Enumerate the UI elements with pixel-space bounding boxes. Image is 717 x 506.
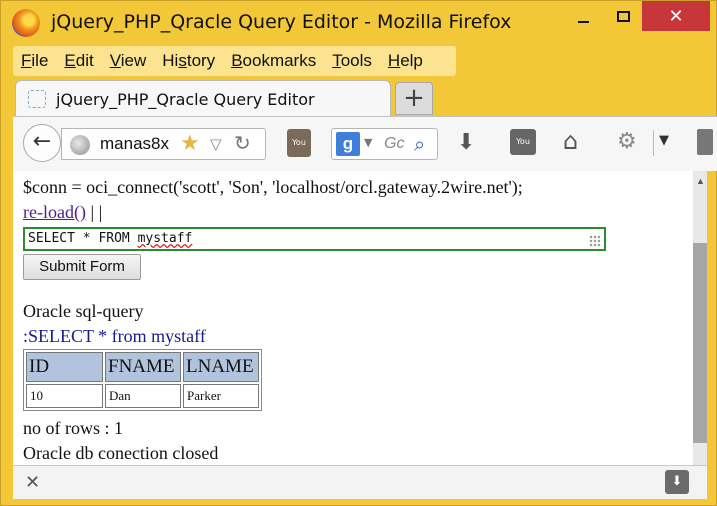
new-tab-button[interactable]: + (395, 82, 433, 115)
scrollbar-thumb[interactable] (693, 243, 707, 443)
menu-bar: File Edit View History Bookmarks Tools H… (13, 46, 456, 76)
page-favicon-icon (28, 90, 46, 108)
vertical-scrollbar[interactable]: ▲ (693, 171, 707, 465)
url-dropdown-icon[interactable]: ▽ (210, 135, 222, 153)
sql-query-input[interactable]: SELECT * FROM mystaff (23, 227, 606, 251)
reload-link[interactable]: re-load() (23, 202, 86, 222)
menu-file[interactable]: File (13, 51, 56, 71)
column-header-fname: FNAME (105, 352, 181, 382)
url-text[interactable]: manas8x (100, 134, 172, 154)
back-arrow-icon: ← (32, 129, 52, 154)
reload-line: re-load() | | (23, 202, 102, 223)
globe-icon[interactable] (70, 135, 90, 155)
browser-window: jQuery_PHP_Qracle Query Editor - Mozilla… (0, 0, 717, 506)
menu-edit[interactable]: Edit (56, 51, 101, 71)
title-bar: jQuery_PHP_Qracle Query Editor - Mozilla… (1, 1, 717, 45)
table-header-row: ID FNAME LNAME (26, 352, 259, 382)
menu-view[interactable]: View (102, 51, 155, 71)
youtube-icon[interactable]: You (510, 129, 536, 155)
column-header-lname: LNAME (183, 352, 259, 382)
back-button[interactable]: ← (23, 124, 61, 162)
resize-grip-icon[interactable] (589, 235, 601, 247)
close-button[interactable]: ✕ (642, 1, 710, 31)
menu-bookmarks[interactable]: Bookmarks (223, 51, 324, 71)
cell-lname: Parker (183, 384, 259, 408)
minimize-button[interactable] (563, 1, 603, 31)
search-bar[interactable]: g ▼ Gc ⌕ (331, 128, 438, 160)
maximize-button[interactable] (605, 1, 641, 31)
bottom-bar: ✕ ⬇ (13, 465, 707, 499)
menu-history[interactable]: History (154, 51, 223, 71)
menu-dropdown-icon[interactable]: ▼ (659, 133, 669, 148)
google-icon[interactable]: g (336, 132, 360, 156)
close-bar-icon[interactable]: ✕ (25, 472, 40, 493)
submit-form-button[interactable]: Submit Form (23, 254, 141, 280)
home-icon[interactable]: ⌂ (563, 127, 578, 155)
toolbar-divider (653, 130, 654, 156)
cell-fname: Dan (105, 384, 181, 408)
query-heading: Oracle sql-query (23, 301, 144, 321)
overflow-icon[interactable] (697, 129, 713, 155)
table-row: 10 Dan Parker (26, 384, 259, 408)
search-input[interactable]: Gc (384, 135, 404, 153)
reload-icon[interactable]: ↻ (234, 131, 251, 155)
search-engine-dropdown-icon[interactable]: ▼ (364, 136, 372, 149)
download-icon[interactable]: ⬇ (457, 130, 475, 155)
results-table: ID FNAME LNAME 10 Dan Parker (23, 349, 262, 411)
window-title: jQuery_PHP_Qracle Query Editor - Mozilla… (51, 11, 512, 33)
plugin-icon[interactable]: ⚙ (617, 129, 637, 154)
menu-tools[interactable]: Tools (324, 51, 380, 71)
page-content: $conn = oci_connect('scott', 'Son', 'loc… (13, 171, 707, 465)
maximize-icon (616, 10, 630, 22)
cell-id: 10 (26, 384, 103, 408)
tab-active[interactable]: jQuery_PHP_Qracle Query Editor (15, 80, 391, 118)
reload-separator: | | (85, 202, 103, 222)
menu-help[interactable]: Help (380, 51, 431, 71)
query-text: :SELECT * from mystaff (23, 326, 206, 346)
minimize-icon (577, 21, 589, 23)
bookmark-star-icon[interactable]: ★ (180, 131, 200, 156)
connection-line: $conn = oci_connect('scott', 'Son', 'loc… (23, 177, 523, 197)
search-icon[interactable]: ⌕ (414, 132, 425, 156)
row-count: no of rows : 1 (23, 418, 123, 438)
download-arrow-icon[interactable]: ⬇ (665, 470, 689, 494)
navigation-toolbar: ← manas8x ★ ▽ ↻ You g ▼ Gc ⌕ ⬇ You ⌂ ⚙ ▼ (13, 116, 717, 171)
column-header-id: ID (26, 352, 103, 382)
url-bar[interactable]: manas8x ★ ▽ ↻ (61, 128, 266, 160)
connection-status: Oracle db conection closed (23, 443, 219, 463)
tab-label: jQuery_PHP_Qracle Query Editor (56, 90, 315, 109)
firefox-logo-icon[interactable] (12, 9, 40, 37)
youtube-icon[interactable]: You (287, 129, 311, 157)
scroll-up-icon[interactable]: ▲ (696, 176, 705, 186)
